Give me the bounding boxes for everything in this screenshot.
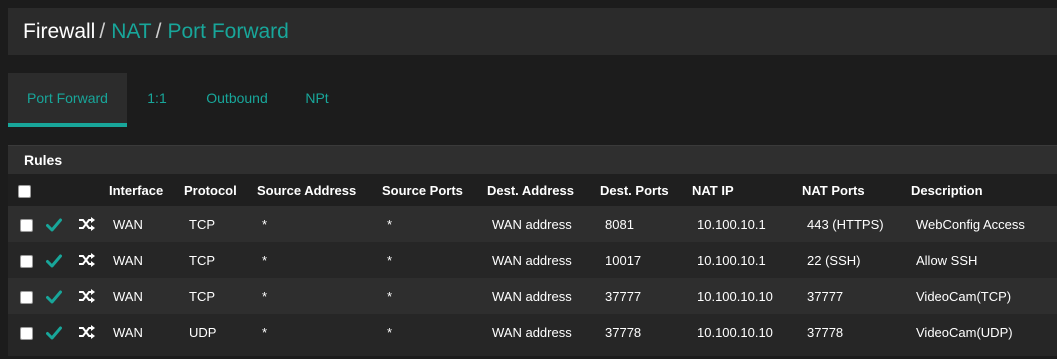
col-description[interactable]: Description	[911, 174, 1057, 206]
rules-table: Interface Protocol Source Address Source…	[8, 174, 1057, 350]
cell-nat-ip: 10.100.10.1	[692, 242, 802, 278]
rules-panel: Rules Interface Protocol Source Address …	[8, 145, 1057, 356]
cell-description: VideoCam(UDP)	[911, 314, 1057, 350]
cell-dest-address: WAN address	[487, 278, 600, 314]
rules-table-body: WAN TCP * * WAN address 8081 10.100.10.1…	[8, 206, 1057, 350]
cell-protocol: UDP	[184, 314, 257, 350]
tab-npt[interactable]: NPt	[287, 73, 347, 123]
table-row[interactable]: WAN TCP * * WAN address 37777 10.100.10.…	[8, 278, 1057, 314]
cell-nat-ip: 10.100.10.1	[692, 206, 802, 242]
tab-label: Outbound	[206, 90, 268, 106]
cell-dest-address: WAN address	[487, 242, 600, 278]
tab-label: Port Forward	[27, 90, 108, 106]
row-checkbox[interactable]	[20, 218, 33, 232]
tab-outbound[interactable]: Outbound	[187, 73, 287, 123]
cell-interface: WAN	[109, 206, 184, 242]
header-spacer	[40, 174, 76, 206]
row-select-cell	[8, 242, 40, 278]
cell-dest-ports: 10017	[600, 242, 692, 278]
tab-label: 1:1	[147, 90, 167, 106]
check-icon[interactable]	[46, 218, 62, 232]
cell-source-ports: *	[382, 278, 487, 314]
select-all-cell	[8, 174, 40, 206]
table-row[interactable]: WAN TCP * * WAN address 10017 10.100.10.…	[8, 242, 1057, 278]
row-status-cell	[40, 206, 76, 242]
breadcrumb-separator: /	[99, 19, 106, 43]
tab-port-forward[interactable]: Port Forward	[8, 73, 127, 127]
cell-source-address: *	[257, 314, 382, 350]
breadcrumb-separator: /	[155, 19, 162, 43]
row-checkbox[interactable]	[20, 326, 33, 340]
nat-tabs: Port Forward 1:1 Outbound NPt	[8, 73, 1057, 127]
cell-source-ports: *	[382, 206, 487, 242]
cell-dest-ports: 37777	[600, 278, 692, 314]
breadcrumb-nat-link[interactable]: NAT	[111, 20, 151, 44]
row-checkbox[interactable]	[20, 254, 33, 268]
col-dest-address[interactable]: Dest. Address	[487, 174, 600, 206]
cell-source-ports: *	[382, 242, 487, 278]
cell-interface: WAN	[109, 242, 184, 278]
select-all-checkbox[interactable]	[18, 184, 31, 198]
row-select-cell	[8, 314, 40, 350]
cell-source-ports: *	[382, 314, 487, 350]
cell-nat-ip: 10.100.10.10	[692, 278, 802, 314]
cell-protocol: TCP	[184, 242, 257, 278]
cell-source-address: *	[257, 206, 382, 242]
cell-source-address: *	[257, 278, 382, 314]
col-interface[interactable]: Interface	[109, 174, 184, 206]
row-status-cell	[40, 278, 76, 314]
cell-interface: WAN	[109, 314, 184, 350]
col-source-ports[interactable]: Source Ports	[382, 174, 487, 206]
cell-dest-ports: 8081	[600, 206, 692, 242]
shuffle-icon[interactable]	[78, 324, 96, 340]
tab-one-to-one[interactable]: 1:1	[127, 73, 187, 123]
col-protocol[interactable]: Protocol	[184, 174, 257, 206]
shuffle-icon[interactable]	[78, 216, 96, 232]
table-row[interactable]: WAN TCP * * WAN address 8081 10.100.10.1…	[8, 206, 1057, 242]
cell-protocol: TCP	[184, 278, 257, 314]
tab-label: NPt	[305, 90, 329, 106]
row-status-cell	[40, 242, 76, 278]
col-nat-ports[interactable]: NAT Ports	[802, 174, 911, 206]
cell-source-address: *	[257, 242, 382, 278]
breadcrumb-firewall: Firewall	[23, 19, 96, 43]
header-spacer	[76, 174, 109, 206]
row-status-cell	[40, 314, 76, 350]
page: Firewall / NAT / Port Forward Port Forwa…	[0, 0, 1057, 359]
col-dest-ports[interactable]: Dest. Ports	[600, 174, 692, 206]
cell-description: VideoCam(TCP)	[911, 278, 1057, 314]
breadcrumb-port-forward-link[interactable]: Port Forward	[167, 20, 288, 44]
cell-nat-ports: 443 (HTTPS)	[802, 206, 911, 242]
shuffle-icon[interactable]	[78, 252, 96, 268]
breadcrumb: Firewall / NAT / Port Forward	[8, 8, 1057, 55]
cell-nat-ports: 37778	[802, 314, 911, 350]
cell-interface: WAN	[109, 278, 184, 314]
cell-description: Allow SSH	[911, 242, 1057, 278]
cell-nat-ports: 37777	[802, 278, 911, 314]
col-source-address[interactable]: Source Address	[257, 174, 382, 206]
cell-dest-address: WAN address	[487, 314, 600, 350]
row-checkbox[interactable]	[20, 290, 33, 304]
cell-dest-address: WAN address	[487, 206, 600, 242]
check-icon[interactable]	[46, 254, 62, 268]
table-header-row: Interface Protocol Source Address Source…	[8, 174, 1057, 206]
panel-title: Rules	[8, 146, 1057, 174]
cell-dest-ports: 37778	[600, 314, 692, 350]
row-link-cell	[76, 314, 109, 350]
row-select-cell	[8, 206, 40, 242]
check-icon[interactable]	[46, 290, 62, 304]
row-link-cell	[76, 278, 109, 314]
cell-description: WebConfig Access	[911, 206, 1057, 242]
cell-nat-ip: 10.100.10.10	[692, 314, 802, 350]
table-row[interactable]: WAN UDP * * WAN address 37778 10.100.10.…	[8, 314, 1057, 350]
row-link-cell	[76, 206, 109, 242]
col-nat-ip[interactable]: NAT IP	[692, 174, 802, 206]
row-select-cell	[8, 278, 40, 314]
shuffle-icon[interactable]	[78, 288, 96, 304]
check-icon[interactable]	[46, 326, 62, 340]
cell-nat-ports: 22 (SSH)	[802, 242, 911, 278]
row-link-cell	[76, 242, 109, 278]
cell-protocol: TCP	[184, 206, 257, 242]
